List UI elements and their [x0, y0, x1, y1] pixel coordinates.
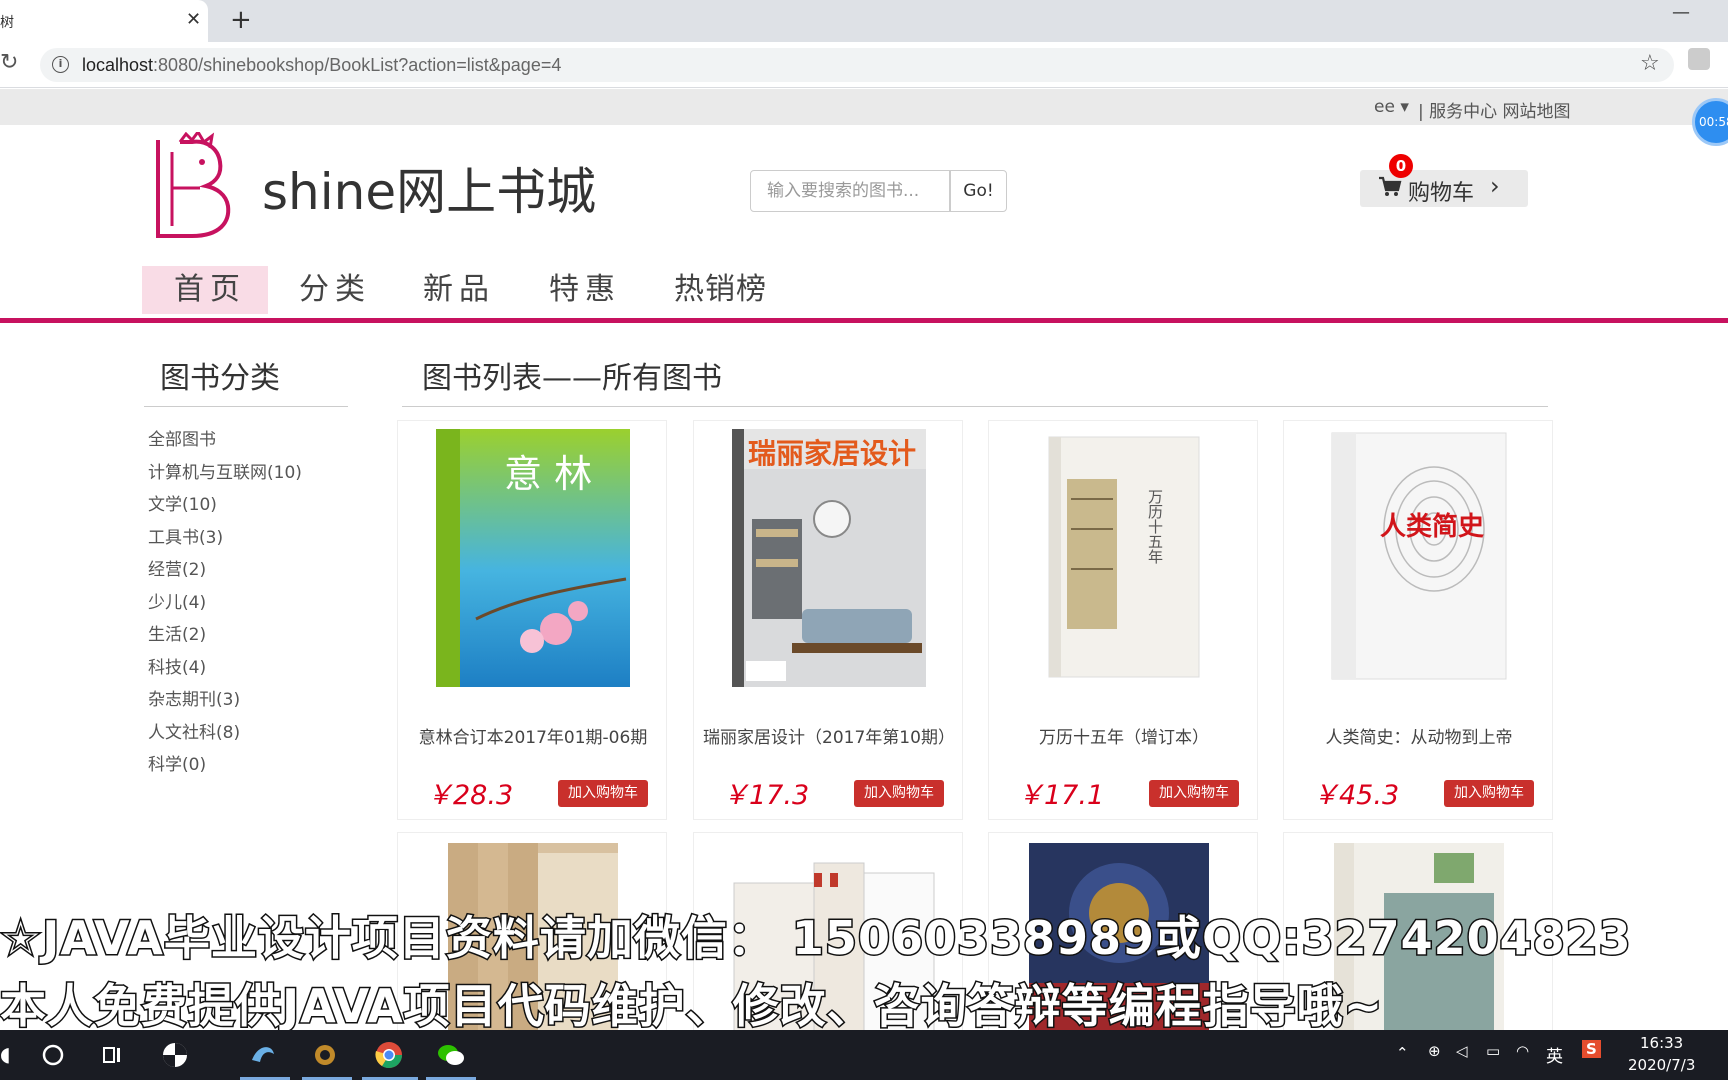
user-menu[interactable]: ee ▾ — [1374, 97, 1409, 117]
overlay-contact-text: ☆JAVA毕业设计项目资料请加微信： 15060338989或QQ:327420… — [0, 910, 1632, 967]
book-price: ￥17.1 — [1017, 780, 1105, 811]
windows-taskbar: ◖ ⌃ ⊕ ◁ ▭ ◠ 英 S 16:33 2020/7/3 — [0, 1030, 1728, 1080]
book-title[interactable]: 瑞丽家居设计（2017年第10期） — [694, 723, 964, 748]
category-item[interactable]: 生活(2) — [148, 620, 206, 645]
browser-tabstrip: 树 ✕ + — — [0, 0, 1728, 42]
book-title[interactable]: 万历十五年（增订本） — [989, 723, 1259, 748]
site-topbar: ee ▾ | 服务中心 网站地图 — [0, 89, 1728, 125]
nav-home[interactable]: 首页 — [142, 266, 268, 314]
service-links[interactable]: | 服务中心 网站地图 — [1418, 97, 1571, 122]
tab-close-icon[interactable]: ✕ — [186, 9, 201, 30]
cover-text: 瑞丽家居设计 — [748, 437, 916, 470]
category-item[interactable]: 科学(0) — [148, 750, 206, 775]
cart-icon — [1379, 176, 1402, 196]
nav-discount[interactable]: 特惠 — [549, 266, 621, 314]
book-card: 万历十五年 万历十五年（增订本） ￥17.1 加入购物车 — [988, 420, 1258, 820]
category-item[interactable]: 人文社科(8) — [148, 718, 240, 743]
app-settings-icon[interactable] — [310, 1040, 340, 1070]
site-title[interactable]: shine网上书城 — [262, 152, 596, 224]
app-pinwheel-icon[interactable] — [160, 1040, 190, 1070]
book-card: 瑞丽家居设计 瑞丽家居设计（2017年第10期） ￥17.3 加入购物车 — [693, 420, 963, 820]
app-dolphin-icon[interactable] — [248, 1040, 278, 1070]
info-icon[interactable]: i — [52, 56, 69, 73]
chevron-right-icon: › — [1490, 172, 1500, 200]
star-icon[interactable]: ☆ — [1640, 51, 1660, 76]
clock-time[interactable]: 16:33 — [1640, 1034, 1683, 1052]
screen: 树 ✕ + — ↻ i localhost:8080/shinebookshop… — [0, 0, 1728, 1080]
sogou-ime-icon[interactable]: S — [1582, 1040, 1601, 1058]
clock-date[interactable]: 2020/7/3 — [1628, 1056, 1695, 1074]
book-card: 人类简史 人类简史：从动物到上帝 ￥45.3 加入购物车 — [1283, 420, 1553, 820]
search-button[interactable]: Go! — [950, 170, 1007, 212]
new-tab-icon[interactable]: + — [230, 5, 252, 35]
address-bar[interactable]: i localhost:8080/shinebookshop/BookList?… — [40, 48, 1674, 82]
ime-indicator[interactable]: 英 — [1546, 1042, 1563, 1067]
windows-start-icon[interactable]: ◖ — [0, 1042, 11, 1066]
volume-icon[interactable]: ◁ — [1456, 1042, 1468, 1060]
nav-divider — [0, 318, 1728, 323]
battery-icon[interactable]: ▭ — [1486, 1042, 1500, 1060]
tab-title: 树 — [0, 15, 14, 31]
nav-bestsellers[interactable]: 热销榜 — [674, 266, 767, 314]
browser-toolbar: ↻ i localhost:8080/shinebookshop/BookLis… — [0, 42, 1728, 88]
category-item[interactable]: 工具书(3) — [148, 523, 223, 548]
browser-tab[interactable]: 树 ✕ — [0, 0, 208, 42]
book-cover-image[interactable]: 万历十五年 — [1027, 429, 1221, 687]
nav-category[interactable]: 分类 — [299, 266, 371, 314]
book-cover-image[interactable]: 意 林 — [436, 429, 630, 687]
book-list-divider — [402, 406, 1548, 407]
extension-icon[interactable] — [1688, 48, 1710, 70]
category-item[interactable]: 科技(4) — [148, 653, 206, 678]
category-item[interactable]: 文学(10) — [148, 490, 217, 515]
reload-icon[interactable]: ↻ — [0, 50, 18, 75]
book-price: ￥45.3 — [1312, 780, 1400, 811]
cover-text: 万历十五年 — [1146, 489, 1164, 564]
recording-timer-badge: 00:58 — [1692, 98, 1728, 146]
task-view-icon[interactable] — [98, 1040, 128, 1070]
search-circle-icon[interactable] — [38, 1040, 68, 1070]
wifi-icon[interactable]: ◠ — [1516, 1042, 1529, 1060]
book-cover-image[interactable]: 瑞丽家居设计 — [732, 429, 926, 687]
cover-text: 意 林 — [504, 452, 592, 496]
book-cover-image[interactable]: 人类简史 — [1322, 429, 1516, 687]
category-item[interactable]: 经营(2) — [148, 555, 206, 580]
cart-button[interactable]: 购物车 › — [1360, 170, 1528, 207]
add-to-cart-button[interactable]: 加入购物车 — [558, 780, 648, 807]
minimize-icon[interactable]: — — [1672, 2, 1690, 23]
category-item[interactable]: 计算机与互联网(10) — [148, 458, 302, 483]
add-to-cart-button[interactable]: 加入购物车 — [854, 780, 944, 807]
overlay-service-text: 本人免费提供JAVA项目代码维护、修改、咨询答辩等编程指导哦~ — [0, 978, 1384, 1035]
tray-network-plus-icon[interactable]: ⊕ — [1428, 1042, 1441, 1060]
url-text[interactable]: localhost:8080/shinebookshop/BookList?ac… — [82, 55, 561, 76]
cart-label: 购物车 — [1408, 181, 1475, 206]
tray-expand-icon[interactable]: ⌃ — [1396, 1044, 1409, 1062]
category-item[interactable]: 杂志期刊(3) — [148, 685, 240, 710]
add-to-cart-button[interactable]: 加入购物车 — [1149, 780, 1239, 807]
book-title[interactable]: 意林合订本2017年01期-06期 — [398, 723, 668, 748]
nav-new[interactable]: 新品 — [423, 266, 495, 314]
chrome-icon[interactable] — [374, 1040, 404, 1070]
url-host: localhost — [82, 55, 154, 75]
logo-icon[interactable] — [152, 132, 236, 242]
cart-count-badge: 0 — [1389, 154, 1413, 178]
book-price: ￥28.3 — [426, 780, 514, 811]
wechat-icon[interactable] — [436, 1040, 466, 1070]
category-item[interactable]: 全部图书 — [148, 425, 216, 450]
book-price: ￥17.3 — [722, 780, 810, 811]
add-to-cart-button[interactable]: 加入购物车 — [1444, 780, 1534, 807]
cover-text: 人类简史 — [1380, 511, 1485, 542]
search-input[interactable] — [750, 170, 950, 212]
book-title[interactable]: 人类简史：从动物到上帝 — [1284, 723, 1554, 748]
book-list-title: 图书列表——所有图书 — [422, 361, 722, 396]
category-item[interactable]: 少儿(4) — [148, 588, 206, 613]
url-path: :8080/shinebookshop/BookList?action=list… — [153, 55, 562, 75]
sidebar-divider — [144, 406, 348, 407]
sidebar-title: 图书分类 — [160, 361, 280, 396]
book-card: 意 林 意林合订本2017年01期-06期 ￥28.3 加入购物车 — [397, 420, 667, 820]
